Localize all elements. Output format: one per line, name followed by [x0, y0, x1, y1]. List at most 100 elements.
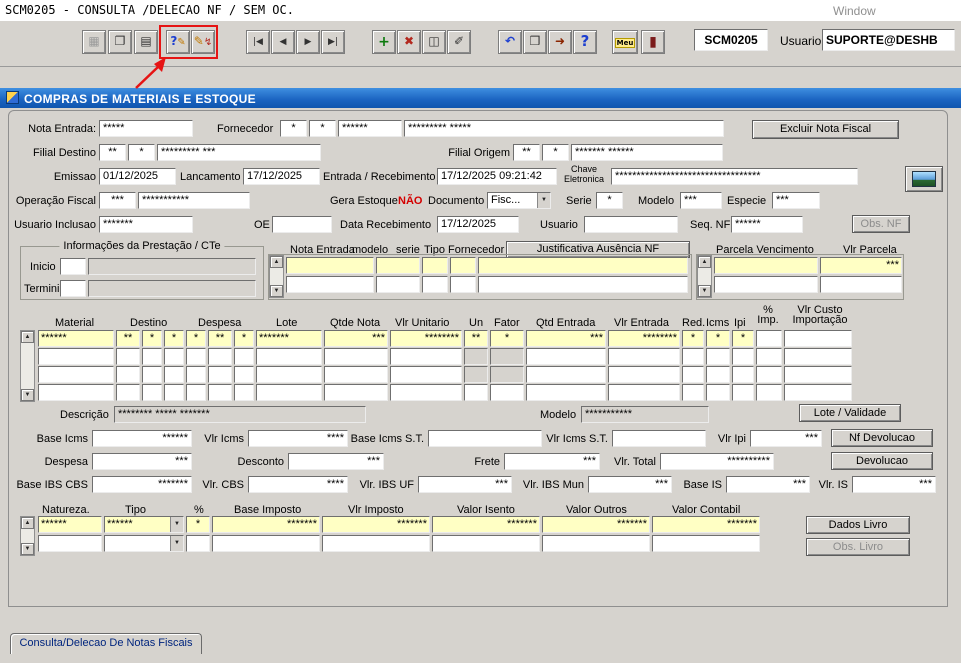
usuario-inclusao-field[interactable]: ******* — [99, 216, 193, 233]
natureza-grid-cell[interactable]: ▼ — [104, 535, 184, 552]
material-grid-cell[interactable] — [324, 348, 388, 365]
nota-entrada-grid-cell[interactable] — [286, 257, 374, 274]
dropdown-arrow-icon[interactable]: ▼ — [170, 536, 183, 551]
material-grid-cell[interactable] — [116, 366, 140, 383]
natureza-scrollbar[interactable]: ▲ ▼ — [20, 516, 35, 556]
material-grid-cell[interactable] — [732, 384, 754, 401]
material-grid-cell[interactable] — [324, 366, 388, 383]
natureza-grid-cell[interactable]: ****** — [38, 516, 102, 533]
vlr-cbs-field[interactable]: **** — [248, 476, 348, 493]
material-grid-cell[interactable] — [682, 366, 704, 383]
base-is-field[interactable]: *** — [726, 476, 810, 493]
vlr-ipi-field[interactable]: *** — [750, 430, 822, 447]
material-grid-cell[interactable]: ****** — [38, 330, 114, 347]
material-grid-cell[interactable] — [324, 384, 388, 401]
nota-entrada-grid-cell[interactable] — [478, 276, 688, 293]
nota-grid-scrollbar[interactable]: ▲ ▼ — [269, 255, 284, 298]
parcela-scrollbar[interactable]: ▲ ▼ — [697, 255, 712, 298]
natureza-grid-cell[interactable] — [38, 535, 102, 552]
fornecedor-code3-field[interactable]: ****** — [338, 120, 402, 137]
material-grid-cell[interactable] — [142, 384, 162, 401]
entrada-recebimento-field[interactable]: 17/12/2025 09:21:42 — [437, 168, 557, 185]
material-grid-cell[interactable] — [38, 384, 114, 401]
scroll-up-icon[interactable]: ▲ — [270, 256, 283, 268]
material-grid-cell[interactable] — [38, 348, 114, 365]
usuario-field[interactable] — [584, 216, 678, 233]
menu-button[interactable]: Meu — [612, 30, 638, 54]
nota-entrada-grid-cell[interactable] — [422, 276, 448, 293]
nota-entrada-grid-cell[interactable] — [450, 276, 476, 293]
scroll-up-icon[interactable]: ▲ — [21, 331, 34, 343]
parcela-grid-cell[interactable] — [714, 257, 818, 274]
nf-devolucao-button[interactable]: Nf Devolucao — [831, 429, 933, 447]
material-grid-cell[interactable] — [490, 366, 524, 383]
frete-field[interactable]: *** — [504, 453, 600, 470]
parcela-grid-cell[interactable] — [714, 276, 818, 293]
material-grid-cell[interactable] — [732, 348, 754, 365]
material-grid-cell[interactable] — [464, 366, 488, 383]
exit-record-button[interactable]: ➜ — [548, 30, 572, 54]
material-grid-cell[interactable] — [756, 366, 782, 383]
nota-entrada-grid-cell[interactable] — [422, 257, 448, 274]
material-grid-cell[interactable]: * — [490, 330, 524, 347]
material-grid-cell[interactable] — [706, 384, 730, 401]
print-button[interactable]: ▤ — [134, 30, 158, 54]
material-grid-cell[interactable]: * — [682, 330, 704, 347]
material-grid-cell[interactable]: * — [164, 330, 184, 347]
fornecedor-name-field[interactable]: ********* ***** — [404, 120, 724, 137]
modelo-field[interactable]: *** — [680, 192, 722, 209]
undo-button[interactable]: ↶ — [498, 30, 522, 54]
material-grid-cell[interactable] — [784, 348, 852, 365]
scroll-down-icon[interactable]: ▼ — [270, 285, 283, 297]
despesa-field[interactable]: *** — [92, 453, 192, 470]
natureza-grid-cell[interactable]: ******* — [432, 516, 540, 533]
natureza-grid-cell[interactable]: ******▼ — [104, 516, 184, 533]
material-grid-cell[interactable] — [490, 384, 524, 401]
last-record-button[interactable]: ▶| — [321, 30, 345, 54]
material-grid-cell[interactable] — [756, 384, 782, 401]
material-grid-cell[interactable] — [464, 384, 488, 401]
image-button[interactable] — [905, 166, 943, 192]
material-grid-cell[interactable]: * — [186, 330, 206, 347]
devolucao-button[interactable]: Devolucao — [831, 452, 933, 470]
nota-entrada-grid-cell[interactable] — [376, 276, 420, 293]
material-grid-cell[interactable] — [490, 348, 524, 365]
material-grid-cell[interactable] — [208, 348, 232, 365]
lote-validade-button[interactable]: Lote / Validade — [799, 404, 901, 422]
material-grid-cell[interactable] — [116, 348, 140, 365]
list-of-values-button[interactable]: ◫ — [422, 30, 446, 54]
program-code-field[interactable]: SCM0205 — [694, 29, 768, 51]
base-ibs-cbs-field[interactable]: ******* — [92, 476, 192, 493]
material-grid-cell[interactable]: * — [706, 330, 730, 347]
material-grid-cell[interactable]: ** — [116, 330, 140, 347]
help-button[interactable]: ? — [573, 30, 597, 54]
material-grid-cell[interactable] — [608, 366, 680, 383]
oe-field[interactable] — [272, 216, 332, 233]
base-icms-st-field[interactable] — [428, 430, 542, 447]
base-icms-field[interactable]: ****** — [92, 430, 192, 447]
natureza-grid-cell[interactable] — [652, 535, 760, 552]
material-grid-cell[interactable] — [116, 384, 140, 401]
material-grid-cell[interactable] — [164, 348, 184, 365]
delete-record-button[interactable]: ✖ — [397, 30, 421, 54]
exit-form-button[interactable]: ▮ — [641, 30, 665, 54]
natureza-grid-cell[interactable]: ******* — [652, 516, 760, 533]
material-grid-cell[interactable] — [682, 384, 704, 401]
natureza-grid-cell[interactable] — [322, 535, 430, 552]
material-grid-cell[interactable] — [608, 384, 680, 401]
edit-button[interactable]: ✐ — [447, 30, 471, 54]
usuario-toolbar-field[interactable]: SUPORTE@DESHB — [822, 29, 955, 51]
first-record-button[interactable]: |◀ — [246, 30, 270, 54]
material-grid-cell[interactable]: * — [234, 330, 254, 347]
material-grid-cell[interactable] — [784, 330, 852, 347]
natureza-grid-cell[interactable]: * — [186, 516, 210, 533]
vlr-icms-field[interactable]: **** — [248, 430, 348, 447]
excluir-nota-fiscal-button[interactable]: Excluir Nota Fiscal — [752, 120, 899, 139]
natureza-grid-cell[interactable] — [542, 535, 650, 552]
material-grid-cell[interactable] — [186, 384, 206, 401]
material-grid-cell[interactable] — [682, 348, 704, 365]
material-grid-cell[interactable] — [390, 384, 462, 401]
desconto-field[interactable]: *** — [288, 453, 384, 470]
material-grid-cell[interactable] — [234, 348, 254, 365]
material-grid-cell[interactable] — [608, 348, 680, 365]
